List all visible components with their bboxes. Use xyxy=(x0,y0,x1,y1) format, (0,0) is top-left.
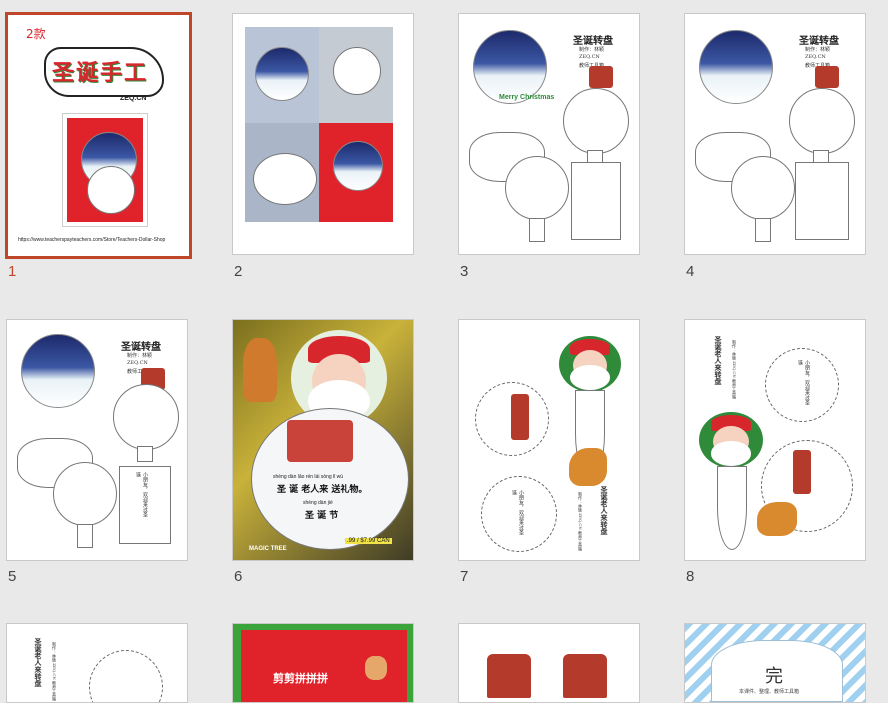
kid-note: 小朋友，欢迎来过圣诞 xyxy=(511,490,524,535)
slide-sorter-grid: 2款 圣诞手工 ZEQ.CN https://www.teacherspayte… xyxy=(0,0,888,703)
slide-thumbnail-1[interactable]: 2款 圣诞手工 ZEQ.CN https://www.teacherspayte… xyxy=(5,12,192,259)
pinyin-line-2: shèng dàn jié xyxy=(303,500,333,506)
slide-thumbnail-7[interactable]: 小朋友，欢迎来过圣诞 圣诞老人来转盘 制作：林颖 ZEQ.CN 教师工具箱 xyxy=(458,319,640,561)
spinner-disc-bottom xyxy=(53,462,117,526)
christmas-scene-wheel xyxy=(21,334,95,408)
spinner-vertical-title: 圣诞老人来转盘 xyxy=(714,336,723,385)
santa-head-icon xyxy=(559,336,621,392)
end-subtitle: 本课件、整理、教师工具箱 xyxy=(739,689,800,695)
spinner-disc xyxy=(333,47,381,95)
spinner-tab xyxy=(755,218,771,242)
spinner-vertical-credit: 制作：林颖 ZEQ.CN 教师工具箱 xyxy=(578,492,583,552)
card-panel xyxy=(795,162,849,240)
slide-title: 圣诞手工 xyxy=(52,61,149,86)
gingerbread-house-icon xyxy=(487,654,531,698)
slide-thumbnail-9[interactable]: 圣诞老人来转盘 制作：林颖 ZEQ.CN 教师工具箱 xyxy=(6,623,188,703)
spinner-vertical-title: 圣诞老人来转盘 xyxy=(600,486,609,535)
gingerbread-house-icon xyxy=(589,66,613,88)
cover-photo-frame xyxy=(62,113,148,227)
spinner-vertical-credit: 制作：林颖 ZEQ.CN 教师工具箱 xyxy=(732,340,737,400)
slide-thumbnail-5[interactable]: 圣诞转盘 制作：林颖 ZEQ.CN 教师工具箱 小朋友，欢迎来过圣诞 xyxy=(6,319,188,561)
slide-thumbnail-3[interactable]: Merry Christmas 圣诞转盘 制作：林颖 ZEQ.CN 教师工具箱 xyxy=(458,13,640,255)
credit-site: ZEQ.CN xyxy=(127,360,148,366)
end-title: 完 xyxy=(765,666,783,687)
spinner-disc-bottom xyxy=(731,156,795,220)
slide-number-1: 1 xyxy=(8,263,17,280)
reindeer-icon xyxy=(757,502,797,536)
photo-bottom-right xyxy=(319,123,393,222)
spinner-tab xyxy=(77,524,93,548)
slide-thumbnail-4[interactable]: 圣诞转盘 制作：林颖 ZEQ.CN 教师工具箱 xyxy=(684,13,866,255)
gingerbread-house-icon xyxy=(793,450,811,494)
slide-thumbnail-12[interactable]: 完 本课件、整理、教师工具箱 xyxy=(684,623,866,703)
chinese-line-2: 圣 诞 节 xyxy=(305,511,339,521)
credit-site: ZEQ.CN xyxy=(579,54,600,60)
slide-number-2: 2 xyxy=(234,263,243,280)
santa-head-icon xyxy=(699,412,763,468)
card-panel xyxy=(571,162,621,240)
spinner-title: 圣诞转盘 xyxy=(799,36,839,47)
slide-thumbnail-11[interactable] xyxy=(458,623,640,703)
spinner-disc xyxy=(253,153,317,205)
credit-site: ZEQ.CN xyxy=(805,54,826,60)
slide-thumbnail-8[interactable]: 圣诞老人来转盘 制作：林颖 ZEQ.CN 教师工具箱 小朋友，欢迎来过圣诞 xyxy=(684,319,866,561)
kid-note: 小朋友，欢迎来过圣诞 xyxy=(135,472,148,517)
slide-thumbnail-10[interactable]: 剪剪拼拼拼 xyxy=(232,623,414,703)
reindeer-icon xyxy=(243,338,277,402)
slide-thumbnail-2[interactable] xyxy=(232,13,414,255)
slide-number-8: 8 xyxy=(686,568,695,585)
spinner-ring-top xyxy=(89,650,163,702)
santa-stick xyxy=(717,466,747,550)
spinner-disc-top xyxy=(113,384,179,450)
pinyin-line-1: shèng dàn lǎo rén lái sòng lǐ wù xyxy=(273,474,344,480)
spinner-title: 圣诞转盘 xyxy=(573,36,613,47)
version-badge: 2款 xyxy=(26,27,46,41)
spinner-scene xyxy=(255,47,309,101)
book-price: .99 / $7.99 CAN xyxy=(345,538,392,544)
spinner-vertical-title: 圣诞老人来转盘 xyxy=(34,638,43,687)
spinner-tab xyxy=(137,446,153,462)
credit-maker: 制作：林颖 xyxy=(805,47,831,53)
spinner-scene xyxy=(333,141,383,191)
photo-bottom-left xyxy=(245,123,319,222)
credit-maker: 制作：林颖 xyxy=(579,47,605,53)
merry-christmas-label: Merry Christmas xyxy=(499,94,555,101)
christmas-scene-wheel xyxy=(699,30,773,104)
reindeer-icon xyxy=(569,448,607,486)
credit-maker: 制作：林颖 xyxy=(127,353,153,359)
gingerbread-house-icon xyxy=(287,420,353,462)
slide-number-6: 6 xyxy=(234,568,243,585)
slide-number-4: 4 xyxy=(686,263,695,280)
spinner-disc-top xyxy=(789,88,855,154)
slide-title: 剪剪拼拼拼 xyxy=(273,672,328,685)
slide-number-7: 7 xyxy=(460,568,469,585)
christmas-scene-wheel xyxy=(473,30,547,104)
spinner-tab xyxy=(529,218,545,242)
spinner-disc xyxy=(87,166,135,214)
store-url: https://www.teacherspayteachers.com/Stor… xyxy=(18,237,166,243)
spinner-vertical-credit: 制作：林颖 ZEQ.CN 教师工具箱 xyxy=(52,642,57,702)
spinner-title: 圣诞转盘 xyxy=(121,342,161,353)
reindeer-icon xyxy=(365,656,387,680)
slide-number-3: 3 xyxy=(460,263,469,280)
book-title: MAGIC TREE xyxy=(249,546,287,552)
spinner-disc-bottom xyxy=(505,156,569,220)
chinese-line-1: 圣 诞 老人来 送礼物。 xyxy=(277,485,368,495)
brand-logo: ZEQ.CN xyxy=(120,95,147,102)
photo-top-right xyxy=(319,27,393,123)
slide-number-5: 5 xyxy=(8,568,17,585)
kid-note: 小朋友，欢迎来过圣诞 xyxy=(797,360,810,405)
photo-top-left xyxy=(245,27,319,123)
gingerbread-house-icon xyxy=(815,66,839,88)
spinner-disc-top xyxy=(563,88,629,154)
cover-photo xyxy=(67,118,143,222)
gingerbread-house-icon xyxy=(511,394,529,440)
gingerbread-house-icon xyxy=(563,654,607,698)
slide-thumbnail-6[interactable]: shèng dàn lǎo rén lái sòng lǐ wù 圣 诞 老人来… xyxy=(232,319,414,561)
